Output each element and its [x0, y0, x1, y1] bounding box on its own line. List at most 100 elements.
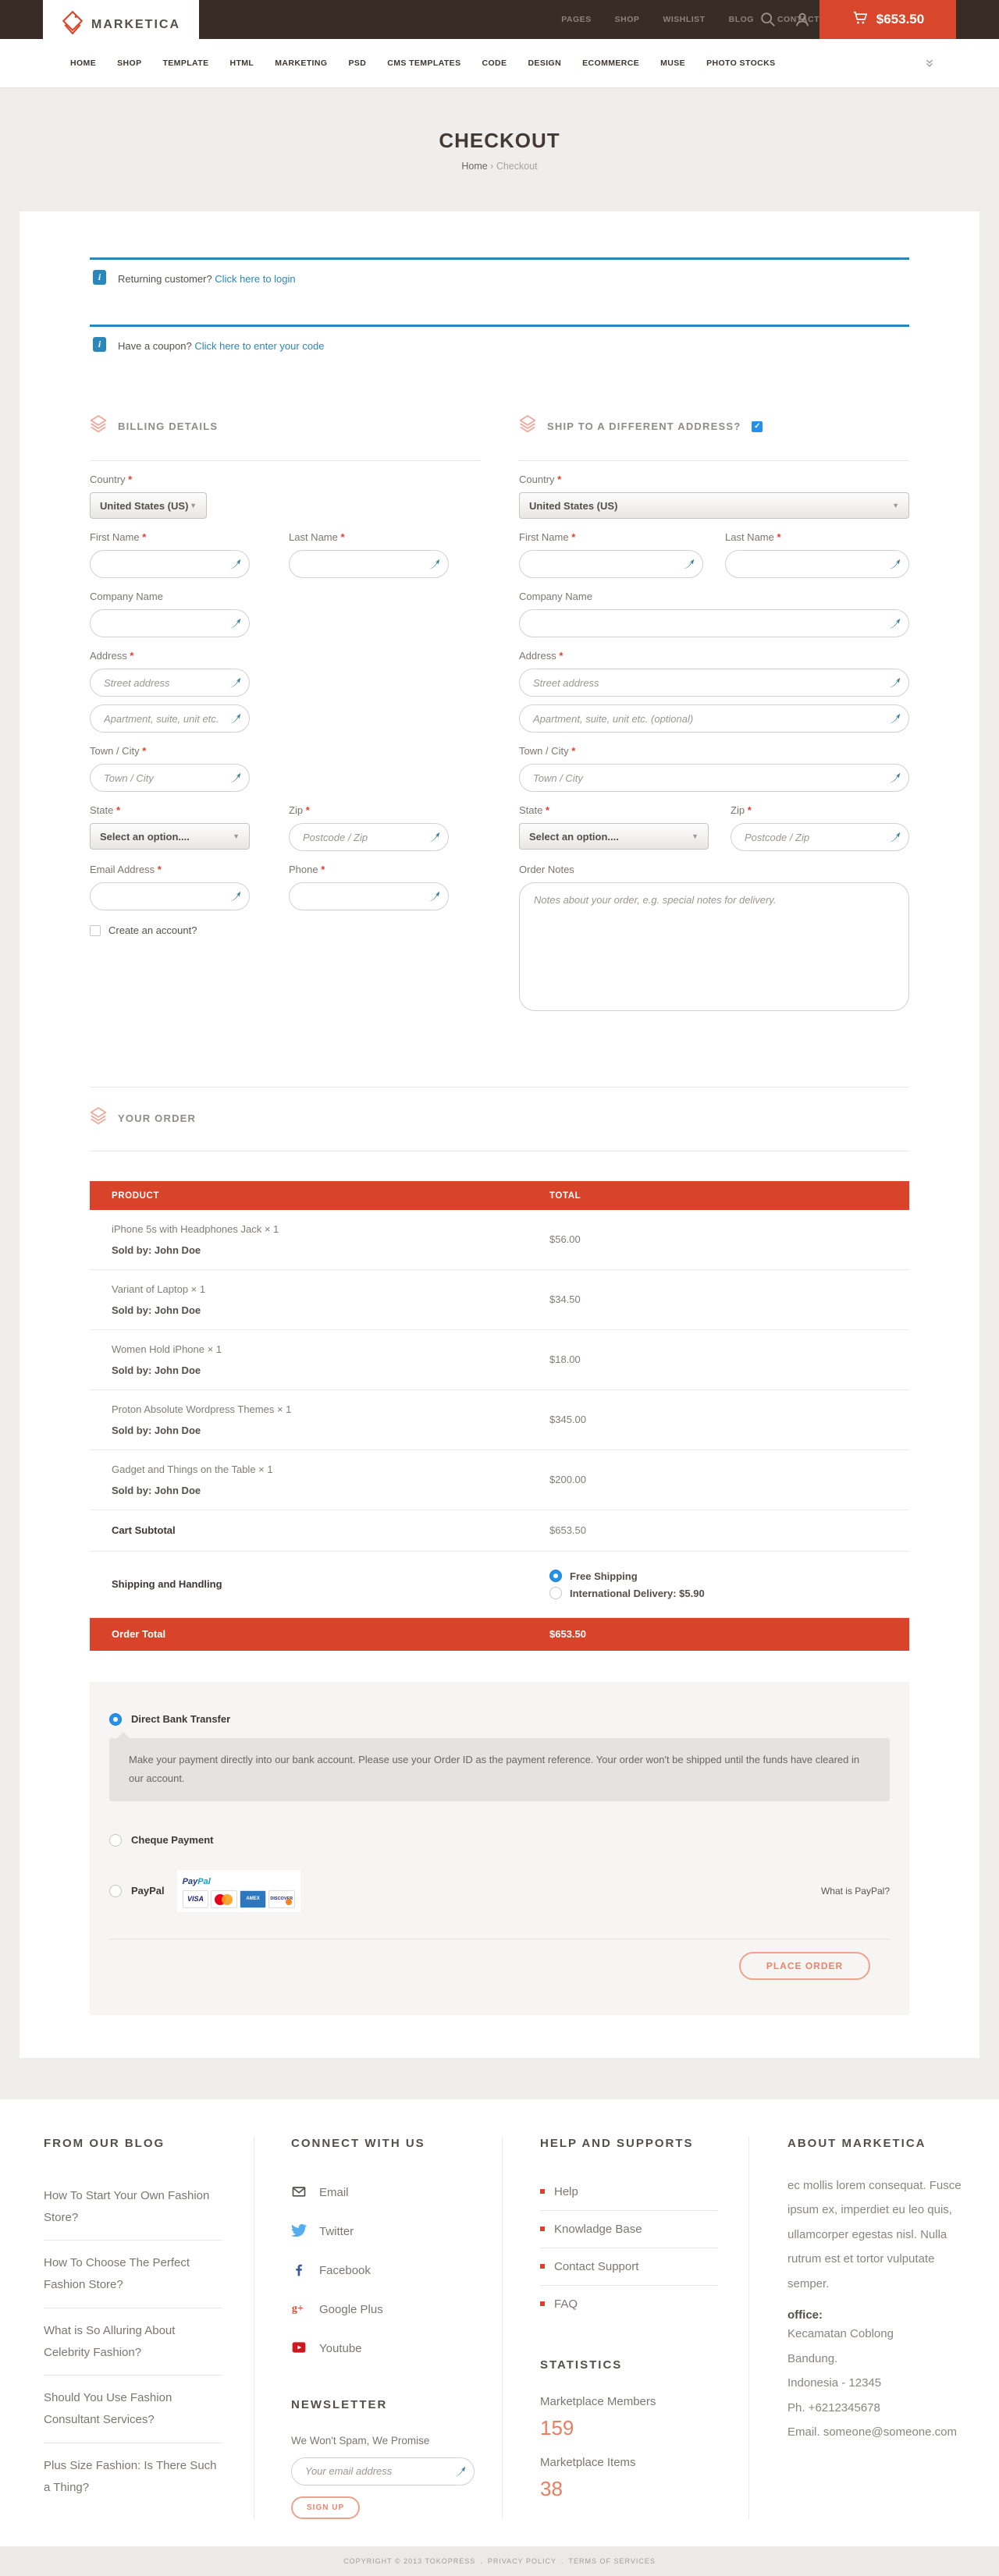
youtube-icon	[291, 2340, 307, 2358]
create-account-checkbox[interactable]	[90, 925, 101, 936]
free-shipping-radio[interactable]	[549, 1570, 562, 1582]
menu-home[interactable]: HOME	[70, 59, 96, 68]
autofill-icon[interactable]	[229, 772, 242, 789]
layers-icon	[519, 414, 536, 438]
billing-company-label: Company Name	[90, 591, 480, 602]
help-link[interactable]: FAQ	[540, 2286, 717, 2322]
nav-pages[interactable]: PAGES	[561, 15, 591, 24]
breadcrumb-home[interactable]: Home	[461, 161, 487, 172]
what-is-paypal-link[interactable]: What is PayPal?	[821, 1886, 890, 1897]
billing-state-select[interactable]: Select an option....▼	[90, 823, 250, 850]
shipping-state-select[interactable]: Select an option....▼	[519, 823, 709, 850]
autofill-icon[interactable]	[888, 831, 901, 848]
order-notes-textarea[interactable]	[519, 882, 909, 1011]
autofill-icon[interactable]	[888, 712, 901, 729]
autofill-icon[interactable]	[229, 712, 242, 729]
statistics-title: STATISTICS	[540, 2358, 717, 2372]
blog-link[interactable]: What is So Alluring About Celebrity Fash…	[44, 2308, 222, 2376]
social-google-plus[interactable]: g+ Google Plus	[291, 2290, 471, 2329]
more-menu-icon[interactable]	[924, 58, 935, 69]
autofill-icon[interactable]	[682, 558, 695, 575]
billing-phone-input[interactable]	[290, 883, 448, 910]
login-link[interactable]: Click here to login	[215, 273, 295, 285]
privacy-policy-link[interactable]: PRIVACY POLICY	[488, 2557, 556, 2565]
autofill-icon[interactable]	[888, 676, 901, 694]
billing-address2-input[interactable]	[91, 705, 249, 732]
paypal-radio[interactable]	[109, 1885, 122, 1897]
autofill-icon[interactable]	[229, 890, 242, 907]
help-link[interactable]: Contact Support	[540, 2248, 717, 2286]
help-link[interactable]: Help	[540, 2173, 717, 2211]
autofill-icon[interactable]	[229, 617, 242, 634]
newsletter-email-input[interactable]	[292, 2458, 474, 2485]
billing-last-name-input[interactable]	[290, 551, 448, 577]
order-total-value: $653.50	[549, 1628, 586, 1640]
autofill-icon[interactable]	[229, 558, 242, 575]
menu-ecommerce[interactable]: ECOMMERCE	[582, 59, 639, 68]
coupon-link[interactable]: Click here to enter your code	[194, 340, 324, 352]
autofill-icon[interactable]	[888, 772, 901, 789]
ship-different-checkbox[interactable]: ✓	[752, 421, 763, 432]
newsletter-signup-button[interactable]: SIGN UP	[291, 2496, 360, 2519]
social-youtube[interactable]: Youtube	[291, 2329, 471, 2368]
social-email[interactable]: Email	[291, 2173, 471, 2212]
menu-muse[interactable]: MUSE	[660, 59, 685, 68]
shipping-form: SHIP TO A DIFFERENT ADDRESS? ✓ Country *…	[519, 414, 909, 1015]
menu-code[interactable]: CODE	[482, 59, 507, 68]
menu-photo-stocks[interactable]: PHOTO STOCKS	[706, 59, 775, 68]
cheque-payment-radio[interactable]	[109, 1834, 122, 1847]
menu-psd[interactable]: PSD	[348, 59, 366, 68]
terms-link[interactable]: TERMS OF SERVICES	[569, 2557, 656, 2565]
billing-company-input[interactable]	[91, 610, 249, 637]
shipping-first-name-input[interactable]	[520, 551, 702, 577]
nav-wishlist[interactable]: WISHLIST	[663, 15, 705, 24]
blog-link[interactable]: Plus Size Fashion: Is There Such a Thing…	[44, 2443, 222, 2510]
bank-transfer-radio[interactable]	[109, 1713, 122, 1726]
billing-address1-input[interactable]	[91, 669, 249, 696]
menu-html[interactable]: HTML	[229, 59, 254, 68]
brand-logo[interactable]: MARKETICA	[43, 0, 199, 49]
order-title: YOUR ORDER	[118, 1112, 196, 1124]
shipping-last-name-input[interactable]	[726, 551, 908, 577]
billing-zip-input[interactable]	[290, 824, 448, 850]
shipping-company-input[interactable]	[520, 610, 908, 637]
autofill-icon[interactable]	[428, 558, 441, 575]
autofill-icon[interactable]	[453, 2465, 467, 2482]
shipping-country-select[interactable]: United States (US)▼	[519, 492, 909, 519]
help-link[interactable]: Knowladge Base	[540, 2211, 717, 2248]
menu-template[interactable]: TEMPLATE	[162, 59, 208, 68]
menu-design[interactable]: DESIGN	[528, 59, 561, 68]
billing-country-select[interactable]: United States (US)▼	[90, 492, 207, 519]
shipping-first-name-label: First Name *	[519, 531, 703, 543]
autofill-icon[interactable]	[888, 617, 901, 634]
order-total-label: Order Total	[112, 1628, 165, 1640]
blog-link[interactable]: How To Start Your Own Fashion Store?	[44, 2173, 222, 2241]
info-icon: i	[93, 337, 106, 352]
blog-link[interactable]: How To Choose The Perfect Fashion Store?	[44, 2241, 222, 2308]
billing-email-input[interactable]	[91, 883, 249, 910]
international-delivery-radio[interactable]	[549, 1587, 562, 1599]
shipping-address1-input[interactable]	[520, 669, 908, 696]
account-icon[interactable]	[785, 0, 819, 39]
cart-button[interactable]: $653.50	[819, 0, 956, 39]
place-order-button[interactable]: PLACE ORDER	[739, 1952, 870, 1980]
autofill-icon[interactable]	[888, 558, 901, 575]
menu-shop[interactable]: SHOP	[117, 59, 141, 68]
shipping-address2-input[interactable]	[520, 705, 908, 732]
billing-first-name-input[interactable]	[91, 551, 249, 577]
menu-marketing[interactable]: MARKETING	[275, 59, 327, 68]
shipping-city-input[interactable]	[520, 765, 908, 791]
billing-city-input[interactable]	[91, 765, 249, 791]
blog-link[interactable]: Should You Use Fashion Consultant Servic…	[44, 2376, 222, 2443]
search-icon[interactable]	[751, 0, 785, 39]
social-facebook[interactable]: Facebook	[291, 2251, 471, 2290]
product-name: Proton Absolute Wordpress Themes × 1	[112, 1403, 528, 1415]
product-seller: Sold by: John Doe	[112, 1364, 528, 1376]
shipping-zip-input[interactable]	[731, 824, 908, 850]
social-twitter[interactable]: Twitter	[291, 2212, 471, 2251]
autofill-icon[interactable]	[428, 831, 441, 848]
autofill-icon[interactable]	[229, 676, 242, 694]
nav-shop[interactable]: SHOP	[615, 15, 640, 24]
menu-cms-templates[interactable]: CMS TEMPLATES	[387, 59, 460, 68]
autofill-icon[interactable]	[428, 890, 441, 907]
